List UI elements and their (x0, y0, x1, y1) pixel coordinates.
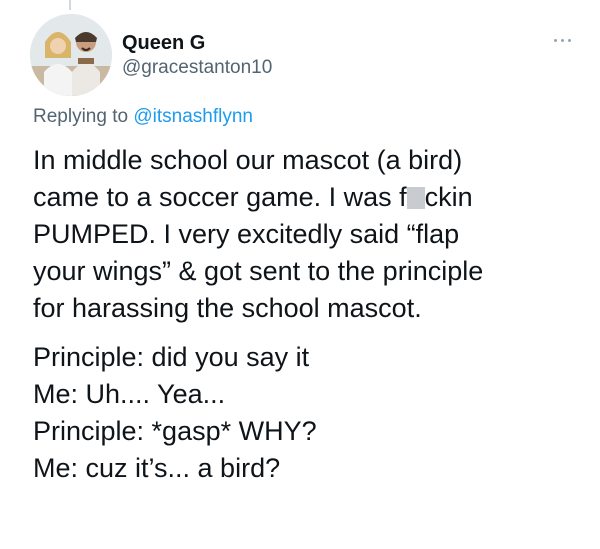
thread-connector-line (69, 0, 71, 10)
replying-to-link[interactable]: @itsnashflynn (133, 106, 253, 127)
replying-to-line: Replying to @itsnashflynn (33, 106, 253, 128)
user-handle[interactable]: @gracestanton10 (122, 57, 272, 79)
more-dot (561, 39, 564, 42)
tweet-line: came to a soccer game. I was f ckin (33, 179, 593, 216)
censor-block (406, 187, 425, 209)
tweet-body: In middle school our mascot (a bird) cam… (33, 142, 593, 487)
more-dot (568, 39, 571, 42)
tweet-text-fragment: ckin (424, 182, 473, 212)
tweet-line: PUMPED. I very excitedly said “flap (33, 219, 460, 249)
tweet-line: for harassing the school mascot. (33, 293, 422, 323)
dialogue-line: Principle: did you say it (33, 342, 310, 372)
dialogue-line: Me: Uh.... Yea... (33, 379, 226, 409)
more-horizontal-icon[interactable] (548, 32, 578, 48)
tweet-line: In middle school our mascot (a bird) (33, 145, 463, 175)
dialogue-line: Me: cuz it’s... a bird? (33, 453, 281, 483)
avatar[interactable] (30, 14, 112, 96)
more-dot (554, 39, 557, 42)
tweet-text-fragment: came to a soccer game. I was f (33, 182, 407, 212)
replying-prefix: Replying to (33, 106, 129, 127)
tweet-line: your wings” & got sent to the principle (33, 256, 484, 286)
display-name[interactable]: Queen G (122, 32, 205, 55)
avatar-photo (30, 14, 112, 96)
dialogue-line: Principle: *gasp* WHY? (33, 416, 317, 446)
